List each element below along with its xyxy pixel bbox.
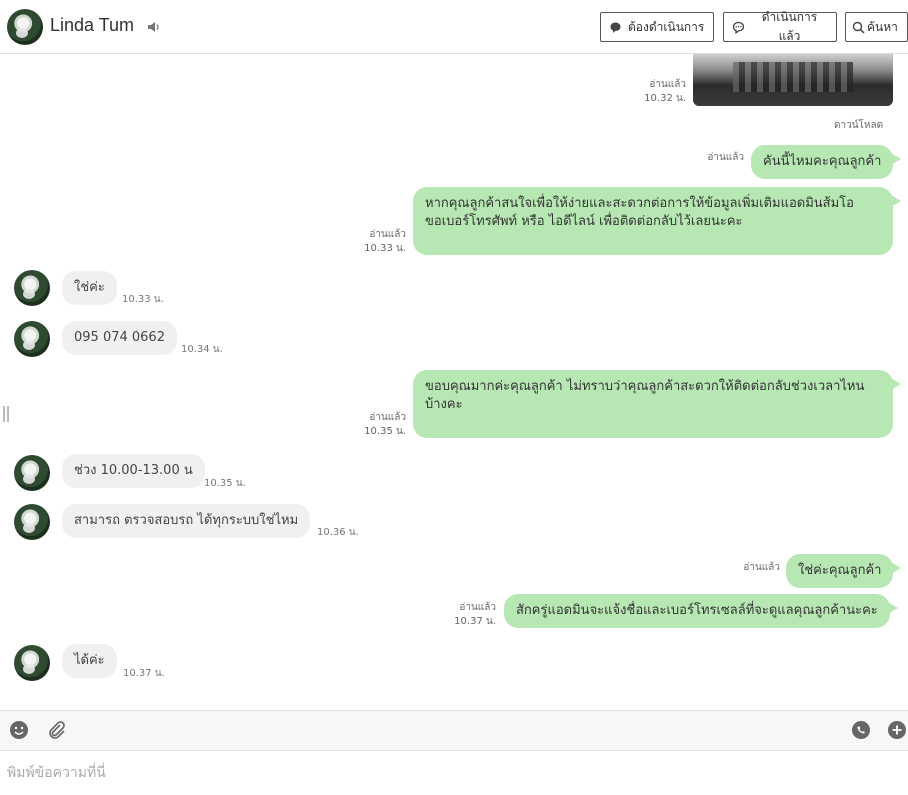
- speaker-icon[interactable]: [147, 20, 161, 34]
- message-text: บ้างคะ: [425, 397, 463, 412]
- message-text: สามารถ ตรวจสอบรถ ได้ทุกระบบใช่ไหม: [74, 513, 299, 528]
- message-time: 10.32 น.: [644, 93, 686, 104]
- read-label: อ่านแล้ว: [459, 602, 496, 613]
- message-text: ขอเบอร์โทรศัพท์ หรือ ไอดีไลน์ เพื่อติดต่…: [425, 214, 743, 229]
- chat-header: Linda Tum ต้องดำเนินการ ดำเนินการแล้ว ค้…: [0, 0, 908, 54]
- message-time: 10.35 น.: [364, 426, 406, 437]
- outgoing-message[interactable]: ใช่ค่ะคุณลูกค้า: [786, 554, 902, 588]
- read-status: อ่านแล้ว 10.35 น.: [350, 411, 406, 439]
- incoming-message[interactable]: 095 074 0662: [62, 321, 177, 355]
- todo-button[interactable]: ต้องดำเนินการ: [600, 12, 714, 42]
- outgoing-message[interactable]: สักครู่แอดมินจะแจ้งชื่อและเบอร์โทรเซลล์ท…: [504, 594, 898, 628]
- read-status: อ่านแล้ว: [726, 561, 780, 575]
- done-button-label: ดำเนินการแล้ว: [761, 10, 818, 43]
- chat-bubble-icon: [610, 22, 621, 33]
- contact-avatar[interactable]: [7, 9, 43, 45]
- message-time: 10.37 น.: [454, 616, 496, 627]
- resize-handle[interactable]: [3, 406, 9, 422]
- message-text: คันนี้ไหมคะคุณลูกค้า: [763, 154, 882, 169]
- message-time: 10.36 น.: [317, 527, 359, 538]
- paperclip-icon[interactable]: [45, 719, 67, 741]
- read-label: อ่านแล้ว: [743, 562, 780, 573]
- contact-avatar[interactable]: [14, 645, 50, 681]
- contact-name[interactable]: Linda Tum: [50, 15, 134, 36]
- message-text: ใช่ค่ะ: [74, 280, 105, 295]
- message-text: สักครู่แอดมินจะแจ้งชื่อและเบอร์โทรเซลล์ท…: [516, 603, 878, 618]
- chat-bubble-icon: [732, 21, 745, 34]
- incoming-message[interactable]: สามารถ ตรวจสอบรถ ได้ทุกระบบใช่ไหม: [62, 504, 311, 538]
- read-label: อ่านแล้ว: [369, 412, 406, 423]
- message-text: ช่วง 10.00-13.00 น: [74, 463, 193, 478]
- message-text: ได้ค่ะ: [74, 653, 105, 668]
- message-text: 095 074 0662: [74, 330, 165, 345]
- todo-button-label: ต้องดำเนินการ: [628, 19, 705, 34]
- read-label: อ่านแล้ว: [649, 79, 686, 90]
- incoming-message[interactable]: ได้ค่ะ: [62, 644, 117, 678]
- image-message[interactable]: [693, 54, 893, 106]
- message-input[interactable]: พิมพ์ข้อความที่นี่: [0, 750, 908, 795]
- message-time: 10.37 น.: [123, 668, 165, 679]
- search-button[interactable]: ค้นหา: [845, 12, 908, 42]
- contact-avatar[interactable]: [14, 455, 50, 491]
- message-time: 10.34 น.: [181, 344, 223, 355]
- outgoing-message[interactable]: หากคุณลูกค้าสนใจเพื่อให้ง่ายและสะดวกต่อก…: [413, 187, 901, 255]
- done-button[interactable]: ดำเนินการแล้ว: [723, 10, 837, 43]
- message-text: หากคุณลูกค้าสนใจเพื่อให้ง่ายและสะดวกต่อก…: [425, 196, 854, 211]
- incoming-message[interactable]: ใช่ค่ะ: [62, 271, 117, 305]
- message-list[interactable]: อ่านแล้ว 10.32 น. ดาวน์โหลด อ่านแล้ว คัน…: [0, 54, 908, 710]
- read-status: อ่านแล้ว 10.37 น.: [440, 601, 496, 629]
- message-text: ขอบคุณมากค่ะคุณลูกค้า ไม่ทราบว่าคุณลูกค้…: [425, 379, 865, 394]
- search-icon: [852, 21, 865, 34]
- read-label: อ่านแล้ว: [369, 229, 406, 240]
- emoji-icon[interactable]: [8, 719, 30, 741]
- contact-avatar[interactable]: [14, 504, 50, 540]
- read-status: อ่านแล้ว 10.33 น.: [350, 228, 406, 256]
- add-icon[interactable]: [886, 719, 908, 741]
- composer-toolbar: [0, 710, 908, 750]
- search-button-label: ค้นหา: [867, 19, 898, 34]
- contact-avatar[interactable]: [14, 270, 50, 306]
- message-time: 10.33 น.: [364, 243, 406, 254]
- read-label: อ่านแล้ว: [707, 152, 744, 163]
- outgoing-message[interactable]: คันนี้ไหมคะคุณลูกค้า: [751, 145, 902, 179]
- message-time: 10.35 น.: [204, 478, 246, 489]
- read-status: อ่านแล้ว: [690, 151, 744, 165]
- download-link[interactable]: ดาวน์โหลด: [834, 118, 883, 133]
- incoming-message[interactable]: ช่วง 10.00-13.00 น: [62, 454, 205, 488]
- outgoing-message[interactable]: ขอบคุณมากค่ะคุณลูกค้า ไม่ทราบว่าคุณลูกค้…: [413, 370, 901, 438]
- message-time: 10.33 น.: [122, 294, 164, 305]
- contact-avatar[interactable]: [14, 321, 50, 357]
- message-text: ใช่ค่ะคุณลูกค้า: [798, 563, 882, 578]
- whatsapp-icon[interactable]: [850, 719, 872, 741]
- read-status: อ่านแล้ว 10.32 น.: [630, 78, 686, 106]
